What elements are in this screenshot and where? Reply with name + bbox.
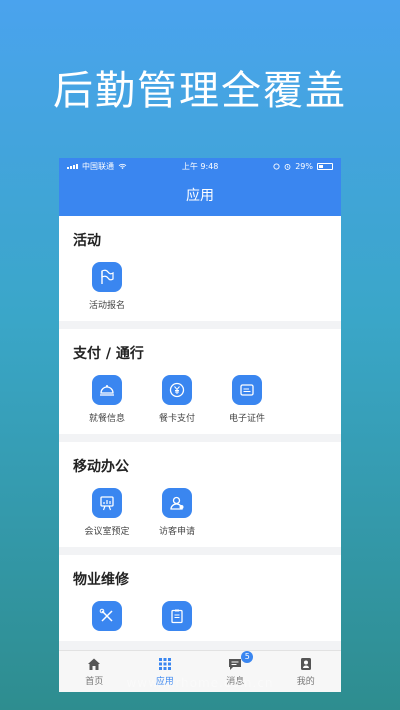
message-icon	[229, 658, 242, 670]
app-activity-signup[interactable]: 活动报名	[83, 262, 131, 311]
app-repair-tools[interactable]	[83, 601, 131, 631]
carrier: 中国联通	[82, 161, 114, 171]
battery-icon	[316, 162, 333, 170]
grid-icon	[158, 657, 171, 670]
app-label: 电子证件	[228, 414, 265, 424]
app-sections: 活动 活动报名 支付 / 通行 就餐信息 餐卡支付 电子证件 移动办公 会议室预…	[59, 216, 341, 650]
app-repair-records[interactable]	[153, 601, 201, 631]
message-badge: 5	[241, 650, 254, 663]
app-meeting-room-booking[interactable]: 会议室预定	[83, 488, 131, 537]
section-title: 活动	[73, 233, 101, 249]
app-label: 活动报名	[88, 301, 125, 311]
dining-cloche-icon	[92, 375, 122, 405]
alarm-icon	[284, 163, 291, 170]
section-title: 移动办公	[73, 459, 129, 475]
status-time: 上午 9:48	[181, 161, 219, 171]
repair-tools-icon	[92, 601, 122, 631]
phone-screen: 中国联通 上午 9:48 29% 应用 活动 活动报名 支付 / 通行 就餐信息…	[59, 158, 341, 692]
battery-percent: 29%	[295, 161, 313, 171]
clipboard-icon	[162, 601, 192, 631]
app-card-payment[interactable]: 餐卡支付	[153, 375, 201, 424]
app-dining-info[interactable]: 就餐信息	[83, 375, 131, 424]
section-property-repair: 物业维修	[59, 555, 341, 641]
profile-icon	[300, 657, 311, 670]
app-visitor-application[interactable]: 访客申请	[153, 488, 201, 537]
watermark: www.mrhome.com.cn	[126, 676, 274, 690]
wifi-icon	[118, 163, 127, 169]
signal-icon	[67, 163, 78, 169]
app-label: 就餐信息	[88, 414, 125, 424]
section-payment: 支付 / 通行 就餐信息 餐卡支付 电子证件	[59, 329, 341, 434]
app-label: 会议室预定	[84, 527, 130, 537]
headline: 后勤管理全覆盖	[53, 68, 347, 114]
visitor-person-icon	[162, 488, 192, 518]
section-mobile-office: 移动办公 会议室预定 访客申请	[59, 442, 341, 547]
page-title: 应用	[186, 188, 214, 204]
flag-icon	[92, 262, 122, 292]
lock-rotation-icon	[273, 162, 280, 170]
section-activity: 活动 活动报名	[59, 216, 341, 321]
home-icon	[88, 658, 101, 670]
app-label: 餐卡支付	[158, 414, 195, 424]
app-e-certificate[interactable]: 电子证件	[223, 375, 271, 424]
nav-bar: 应用	[59, 174, 341, 216]
section-title: 支付 / 通行	[73, 346, 144, 362]
id-card-icon	[232, 375, 262, 405]
status-bar: 中国联通 上午 9:48 29%	[59, 158, 341, 174]
yen-coin-icon	[162, 375, 192, 405]
section-title: 物业维修	[73, 572, 129, 588]
app-label: 访客申请	[158, 527, 195, 537]
presentation-board-icon	[92, 488, 122, 518]
